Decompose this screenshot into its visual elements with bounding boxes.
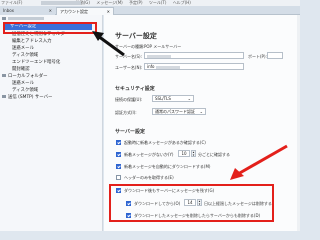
check-every-checkbox[interactable]	[116, 152, 121, 157]
close-icon[interactable]: ✕	[49, 7, 52, 15]
auto-download-label: 新着メッセージを自動的にダウンロードする(M)	[124, 164, 211, 169]
server-type-label: サーバーの種類:	[115, 44, 145, 49]
sidebar-item-label: 開封確認	[12, 67, 30, 72]
tab-inbox[interactable]: Inbox ✕	[0, 7, 55, 15]
server-name-label: サーバー名(S):	[115, 54, 142, 59]
sidebar-item-label: 編集とアドレス入力	[12, 39, 52, 44]
auth-method-label: 認証方式(I):	[115, 110, 137, 115]
connection-security-label: 接続の保護(U):	[115, 97, 143, 102]
auth-method-value: 通常のパスワード認証	[155, 109, 195, 114]
check-interval-input[interactable]: 10	[178, 150, 190, 157]
server-type-value: POP メールサーバー	[144, 44, 182, 49]
menu-file[interactable]: ファイル(F)	[1, 0, 22, 5]
sidebar-item-local-folders[interactable]: ローカルフォルダー	[2, 74, 48, 80]
annotation-box-sidebar	[3, 22, 97, 34]
connection-security-select[interactable]: SSL/TLS ⌄	[152, 95, 194, 102]
user-name-value: info	[147, 64, 155, 69]
menu-help[interactable]: ヘルプ(H)	[173, 0, 191, 5]
annotation-box-server-options	[109, 184, 274, 222]
chevron-down-icon: ⌄	[199, 109, 203, 114]
check-on-startup-label: 起動時に新着メッセージがあるか確認する(C)	[124, 140, 206, 145]
sidebar-item-disk-space[interactable]: ディスク領域	[12, 53, 38, 59]
chevron-down-icon: ⌄	[187, 96, 191, 101]
check-every-label: 新着メッセージがないか(Y)	[124, 152, 174, 157]
sidebar-item-composition[interactable]: 編集とアドレス入力	[12, 39, 52, 45]
sidebar-item-label: 迷惑メール	[12, 46, 34, 51]
sidebar-item-smtp[interactable]: 送信 (SMTP) サーバー	[2, 95, 52, 101]
auth-method-select[interactable]: 通常のパスワード認証 ⌄	[152, 108, 206, 115]
folder-icon	[2, 74, 6, 77]
menu-message[interactable]: メッセージ(M)	[96, 0, 123, 5]
blurred-user-name	[155, 65, 180, 69]
user-name-label: ユーザー名(N):	[115, 65, 143, 70]
check-interval-stepper[interactable]: ▴ ▾	[191, 150, 196, 157]
outgoing-server-icon	[2, 95, 6, 98]
menu-schedule[interactable]: 予定(P)	[129, 0, 143, 5]
sidebar-item-label: 送信 (SMTP) サーバー	[8, 95, 53, 100]
tab-bar: Inbox ✕ アカウント設定 ✕	[0, 6, 300, 15]
server-settings-heading: サーバー設定	[115, 129, 145, 135]
security-heading: セキュリティ設定	[115, 86, 155, 92]
check-every-suffix: 分ごとに確認する	[198, 152, 230, 157]
tab-account-settings-label: アカウント設定	[60, 9, 88, 14]
blurred-menu-area	[41, 1, 81, 5]
sidebar-item-label: 迷惑メール	[12, 81, 34, 86]
page-title: サーバー設定	[115, 32, 157, 40]
scrollbar[interactable]	[297, 15, 300, 231]
auto-download-checkbox[interactable]	[116, 164, 121, 169]
port-field[interactable]	[267, 52, 283, 59]
headers-only-checkbox[interactable]	[116, 175, 121, 180]
blurred-server-name	[147, 54, 171, 58]
connection-security-value: SSL/TLS	[155, 96, 171, 101]
sidebar-item-e2e-encryption[interactable]: エンドツーエンド暗号化	[12, 60, 60, 66]
sidebar-item-return-receipts[interactable]: 開封確認	[12, 67, 30, 73]
blurred-account-name	[8, 17, 44, 20]
server-name-field[interactable]	[144, 52, 244, 59]
tab-inbox-label: Inbox	[3, 8, 14, 13]
sidebar-item-local-disk-space[interactable]: ディスク領域	[12, 88, 38, 94]
check-on-startup-checkbox[interactable]	[116, 140, 121, 145]
mail-account-icon	[2, 17, 6, 20]
sidebar-item-local-junk[interactable]: 迷惑メール	[12, 81, 34, 87]
port-label: ポート(P):	[248, 54, 267, 59]
menu-tools[interactable]: ツール(T)	[149, 0, 167, 5]
sidebar-item-label: ディスク領域	[12, 53, 39, 58]
sidebar-item-label: ローカルフォルダー	[8, 74, 48, 79]
sidebar-item-junk[interactable]: 迷惑メール	[12, 46, 34, 52]
user-name-field[interactable]: info	[144, 63, 244, 70]
sidebar-item-label: エンドツーエンド暗号化	[12, 60, 61, 65]
sidebar-item-label: ディスク領域	[12, 88, 39, 93]
headers-only-label: ヘッダーのみを取得する(E)	[124, 175, 174, 180]
tab-account-settings[interactable]: アカウント設定 ✕	[56, 7, 114, 15]
account-sidebar: サーバー設定 送信控えと特別なフォルダー 編集とアドレス入力 迷惑メール ディス…	[0, 15, 103, 231]
